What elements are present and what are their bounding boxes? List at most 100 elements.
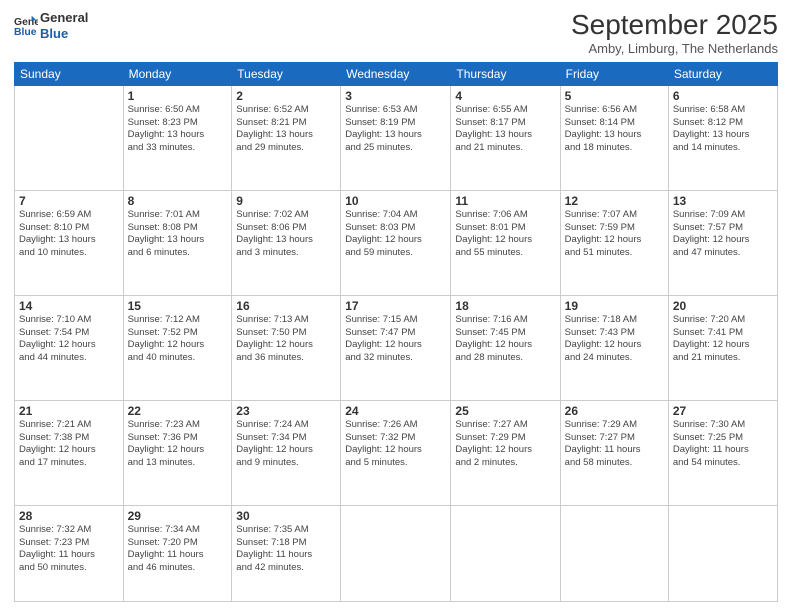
calendar-cell: 5Sunrise: 6:56 AM Sunset: 8:14 PM Daylig… — [560, 85, 668, 190]
col-header-wednesday: Wednesday — [341, 62, 451, 85]
header: General Blue General Blue September 2025… — [14, 10, 778, 56]
col-header-saturday: Saturday — [668, 62, 777, 85]
day-info: Sunrise: 6:52 AM Sunset: 8:21 PM Dayligh… — [236, 104, 336, 155]
col-header-thursday: Thursday — [451, 62, 560, 85]
page: General Blue General Blue September 2025… — [0, 0, 792, 612]
calendar-cell: 1Sunrise: 6:50 AM Sunset: 8:23 PM Daylig… — [123, 85, 232, 190]
day-number: 19 — [565, 299, 664, 313]
day-number: 30 — [236, 509, 336, 523]
day-info: Sunrise: 7:24 AM Sunset: 7:34 PM Dayligh… — [236, 419, 336, 470]
day-info: Sunrise: 7:07 AM Sunset: 7:59 PM Dayligh… — [565, 209, 664, 260]
calendar-cell: 28Sunrise: 7:32 AM Sunset: 7:23 PM Dayli… — [15, 505, 124, 601]
logo-blue: Blue — [40, 26, 88, 42]
calendar-cell — [668, 505, 777, 601]
day-info: Sunrise: 7:15 AM Sunset: 7:47 PM Dayligh… — [345, 314, 446, 365]
calendar-cell: 25Sunrise: 7:27 AM Sunset: 7:29 PM Dayli… — [451, 400, 560, 505]
day-info: Sunrise: 6:53 AM Sunset: 8:19 PM Dayligh… — [345, 104, 446, 155]
calendar-cell: 16Sunrise: 7:13 AM Sunset: 7:50 PM Dayli… — [232, 295, 341, 400]
week-row-2: 7Sunrise: 6:59 AM Sunset: 8:10 PM Daylig… — [15, 190, 778, 295]
day-info: Sunrise: 7:12 AM Sunset: 7:52 PM Dayligh… — [128, 314, 228, 365]
day-number: 18 — [455, 299, 555, 313]
col-header-monday: Monday — [123, 62, 232, 85]
day-number: 16 — [236, 299, 336, 313]
day-info: Sunrise: 7:23 AM Sunset: 7:36 PM Dayligh… — [128, 419, 228, 470]
day-number: 25 — [455, 404, 555, 418]
day-number: 2 — [236, 89, 336, 103]
day-number: 12 — [565, 194, 664, 208]
svg-text:Blue: Blue — [14, 26, 37, 37]
logo-general: General — [40, 10, 88, 26]
calendar-cell: 3Sunrise: 6:53 AM Sunset: 8:19 PM Daylig… — [341, 85, 451, 190]
calendar-cell: 19Sunrise: 7:18 AM Sunset: 7:43 PM Dayli… — [560, 295, 668, 400]
logo: General Blue General Blue — [14, 10, 88, 41]
logo-icon: General Blue — [14, 14, 38, 38]
calendar-cell: 29Sunrise: 7:34 AM Sunset: 7:20 PM Dayli… — [123, 505, 232, 601]
week-row-5: 28Sunrise: 7:32 AM Sunset: 7:23 PM Dayli… — [15, 505, 778, 601]
calendar-cell: 12Sunrise: 7:07 AM Sunset: 7:59 PM Dayli… — [560, 190, 668, 295]
header-row: SundayMondayTuesdayWednesdayThursdayFrid… — [15, 62, 778, 85]
day-number: 23 — [236, 404, 336, 418]
calendar-cell: 24Sunrise: 7:26 AM Sunset: 7:32 PM Dayli… — [341, 400, 451, 505]
day-number: 7 — [19, 194, 119, 208]
calendar-cell: 27Sunrise: 7:30 AM Sunset: 7:25 PM Dayli… — [668, 400, 777, 505]
day-info: Sunrise: 7:09 AM Sunset: 7:57 PM Dayligh… — [673, 209, 773, 260]
day-info: Sunrise: 6:59 AM Sunset: 8:10 PM Dayligh… — [19, 209, 119, 260]
day-info: Sunrise: 7:34 AM Sunset: 7:20 PM Dayligh… — [128, 524, 228, 575]
day-info: Sunrise: 7:10 AM Sunset: 7:54 PM Dayligh… — [19, 314, 119, 365]
calendar-cell: 7Sunrise: 6:59 AM Sunset: 8:10 PM Daylig… — [15, 190, 124, 295]
calendar-cell — [341, 505, 451, 601]
calendar-cell: 13Sunrise: 7:09 AM Sunset: 7:57 PM Dayli… — [668, 190, 777, 295]
day-info: Sunrise: 7:26 AM Sunset: 7:32 PM Dayligh… — [345, 419, 446, 470]
day-number: 27 — [673, 404, 773, 418]
day-info: Sunrise: 7:29 AM Sunset: 7:27 PM Dayligh… — [565, 419, 664, 470]
day-number: 9 — [236, 194, 336, 208]
week-row-4: 21Sunrise: 7:21 AM Sunset: 7:38 PM Dayli… — [15, 400, 778, 505]
day-number: 3 — [345, 89, 446, 103]
calendar-cell: 22Sunrise: 7:23 AM Sunset: 7:36 PM Dayli… — [123, 400, 232, 505]
col-header-tuesday: Tuesday — [232, 62, 341, 85]
week-row-3: 14Sunrise: 7:10 AM Sunset: 7:54 PM Dayli… — [15, 295, 778, 400]
calendar-cell: 26Sunrise: 7:29 AM Sunset: 7:27 PM Dayli… — [560, 400, 668, 505]
title-block: September 2025 Amby, Limburg, The Nether… — [571, 10, 778, 56]
calendar-cell: 6Sunrise: 6:58 AM Sunset: 8:12 PM Daylig… — [668, 85, 777, 190]
day-number: 28 — [19, 509, 119, 523]
day-number: 8 — [128, 194, 228, 208]
calendar-cell: 23Sunrise: 7:24 AM Sunset: 7:34 PM Dayli… — [232, 400, 341, 505]
day-info: Sunrise: 7:27 AM Sunset: 7:29 PM Dayligh… — [455, 419, 555, 470]
calendar-cell: 21Sunrise: 7:21 AM Sunset: 7:38 PM Dayli… — [15, 400, 124, 505]
calendar-cell: 2Sunrise: 6:52 AM Sunset: 8:21 PM Daylig… — [232, 85, 341, 190]
calendar-cell — [15, 85, 124, 190]
day-number: 5 — [565, 89, 664, 103]
day-number: 4 — [455, 89, 555, 103]
day-number: 11 — [455, 194, 555, 208]
calendar-cell: 11Sunrise: 7:06 AM Sunset: 8:01 PM Dayli… — [451, 190, 560, 295]
day-info: Sunrise: 7:35 AM Sunset: 7:18 PM Dayligh… — [236, 524, 336, 575]
calendar-cell: 9Sunrise: 7:02 AM Sunset: 8:06 PM Daylig… — [232, 190, 341, 295]
main-title: September 2025 — [571, 10, 778, 41]
day-info: Sunrise: 6:58 AM Sunset: 8:12 PM Dayligh… — [673, 104, 773, 155]
day-info: Sunrise: 7:18 AM Sunset: 7:43 PM Dayligh… — [565, 314, 664, 365]
day-number: 21 — [19, 404, 119, 418]
day-info: Sunrise: 7:04 AM Sunset: 8:03 PM Dayligh… — [345, 209, 446, 260]
day-number: 29 — [128, 509, 228, 523]
calendar-cell: 4Sunrise: 6:55 AM Sunset: 8:17 PM Daylig… — [451, 85, 560, 190]
day-number: 26 — [565, 404, 664, 418]
calendar-cell: 20Sunrise: 7:20 AM Sunset: 7:41 PM Dayli… — [668, 295, 777, 400]
calendar-cell — [451, 505, 560, 601]
day-number: 15 — [128, 299, 228, 313]
calendar-cell: 8Sunrise: 7:01 AM Sunset: 8:08 PM Daylig… — [123, 190, 232, 295]
col-header-friday: Friday — [560, 62, 668, 85]
day-info: Sunrise: 7:21 AM Sunset: 7:38 PM Dayligh… — [19, 419, 119, 470]
day-info: Sunrise: 7:16 AM Sunset: 7:45 PM Dayligh… — [455, 314, 555, 365]
day-info: Sunrise: 7:06 AM Sunset: 8:01 PM Dayligh… — [455, 209, 555, 260]
day-info: Sunrise: 7:02 AM Sunset: 8:06 PM Dayligh… — [236, 209, 336, 260]
day-info: Sunrise: 7:30 AM Sunset: 7:25 PM Dayligh… — [673, 419, 773, 470]
calendar-cell: 30Sunrise: 7:35 AM Sunset: 7:18 PM Dayli… — [232, 505, 341, 601]
day-info: Sunrise: 7:13 AM Sunset: 7:50 PM Dayligh… — [236, 314, 336, 365]
week-row-1: 1Sunrise: 6:50 AM Sunset: 8:23 PM Daylig… — [15, 85, 778, 190]
day-number: 14 — [19, 299, 119, 313]
day-number: 1 — [128, 89, 228, 103]
day-number: 10 — [345, 194, 446, 208]
day-info: Sunrise: 6:50 AM Sunset: 8:23 PM Dayligh… — [128, 104, 228, 155]
calendar-cell — [560, 505, 668, 601]
